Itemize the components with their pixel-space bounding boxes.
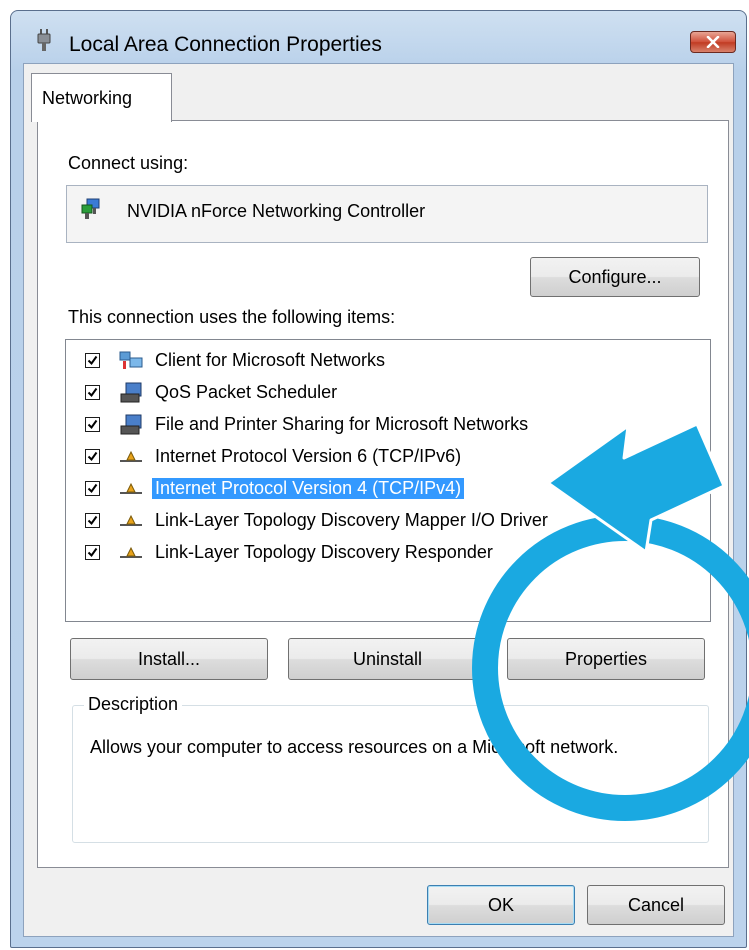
item-label: Link-Layer Topology Discovery Mapper I/O… (155, 510, 548, 530)
list-item[interactable]: QoS Packet Scheduler (66, 378, 706, 408)
connect-using-label: Connect using: (68, 153, 189, 173)
item-checkbox[interactable] (85, 449, 100, 464)
network-client-icon (119, 351, 143, 369)
items-list[interactable]: Client for Microsoft Networks QoS Packet… (65, 339, 711, 622)
properties-button[interactable]: Properties (507, 638, 705, 680)
close-button[interactable] (690, 31, 736, 53)
item-checkbox[interactable] (85, 417, 100, 432)
item-label: Link-Layer Topology Discovery Responder (155, 542, 493, 562)
item-checkbox[interactable] (85, 545, 100, 560)
check-icon (87, 387, 98, 398)
protocol-icon (120, 546, 142, 558)
network-plug-icon (37, 29, 51, 51)
item-label: Internet Protocol Version 6 (TCP/IPv6) (155, 446, 462, 466)
uninstall-button[interactable]: Uninstall (288, 638, 487, 680)
check-icon (87, 451, 98, 462)
description-text: Allows your computer to access resources… (90, 737, 619, 757)
item-checkbox[interactable] (85, 353, 100, 368)
list-item[interactable]: Internet Protocol Version 4 (TCP/IPv4) (66, 474, 706, 504)
title-bar[interactable]: Local Area Connection Properties (11, 11, 746, 63)
close-x-icon (706, 36, 720, 48)
adapter-box: NVIDIA nForce Networking Controller (66, 185, 708, 243)
item-checkbox[interactable] (85, 385, 100, 400)
list-item[interactable]: Link-Layer Topology Discovery Responder (66, 538, 706, 568)
protocol-icon (120, 514, 142, 526)
check-icon (87, 483, 98, 494)
item-label: File and Printer Sharing for Microsoft N… (155, 414, 529, 434)
list-item[interactable]: Link-Layer Topology Discovery Mapper I/O… (66, 506, 706, 536)
list-item[interactable]: Client for Microsoft Networks (66, 346, 706, 376)
network-adapter-icon (81, 198, 100, 219)
check-icon (87, 547, 98, 558)
check-icon (87, 355, 98, 366)
description-group (72, 705, 709, 843)
item-checkbox[interactable] (85, 481, 100, 496)
tab-networking[interactable]: Networking (31, 73, 172, 122)
window-title: Local Area Connection Properties (69, 33, 382, 56)
adapter-name: NVIDIA nForce Networking Controller (127, 201, 426, 221)
list-item[interactable]: Internet Protocol Version 6 (TCP/IPv6) (66, 442, 706, 472)
computer-service-icon (120, 382, 142, 403)
item-checkbox[interactable] (85, 513, 100, 528)
tab-networking-label: Networking (42, 88, 133, 108)
item-label: QoS Packet Scheduler (155, 382, 338, 402)
check-icon (87, 419, 98, 430)
protocol-icon (120, 482, 142, 494)
cancel-button[interactable]: Cancel (587, 885, 725, 925)
install-button[interactable]: Install... (70, 638, 268, 680)
item-label: Client for Microsoft Networks (155, 350, 386, 370)
description-legend: Description (84, 694, 183, 715)
items-label: This connection uses the following items… (68, 307, 396, 327)
computer-service-icon (120, 414, 142, 435)
list-item[interactable]: File and Printer Sharing for Microsoft N… (66, 410, 706, 440)
item-label: Internet Protocol Version 4 (TCP/IPv4) (152, 478, 465, 499)
ok-button[interactable]: OK (427, 885, 575, 925)
check-icon (87, 515, 98, 526)
protocol-icon (120, 450, 142, 462)
configure-button[interactable]: Configure... (530, 257, 700, 297)
